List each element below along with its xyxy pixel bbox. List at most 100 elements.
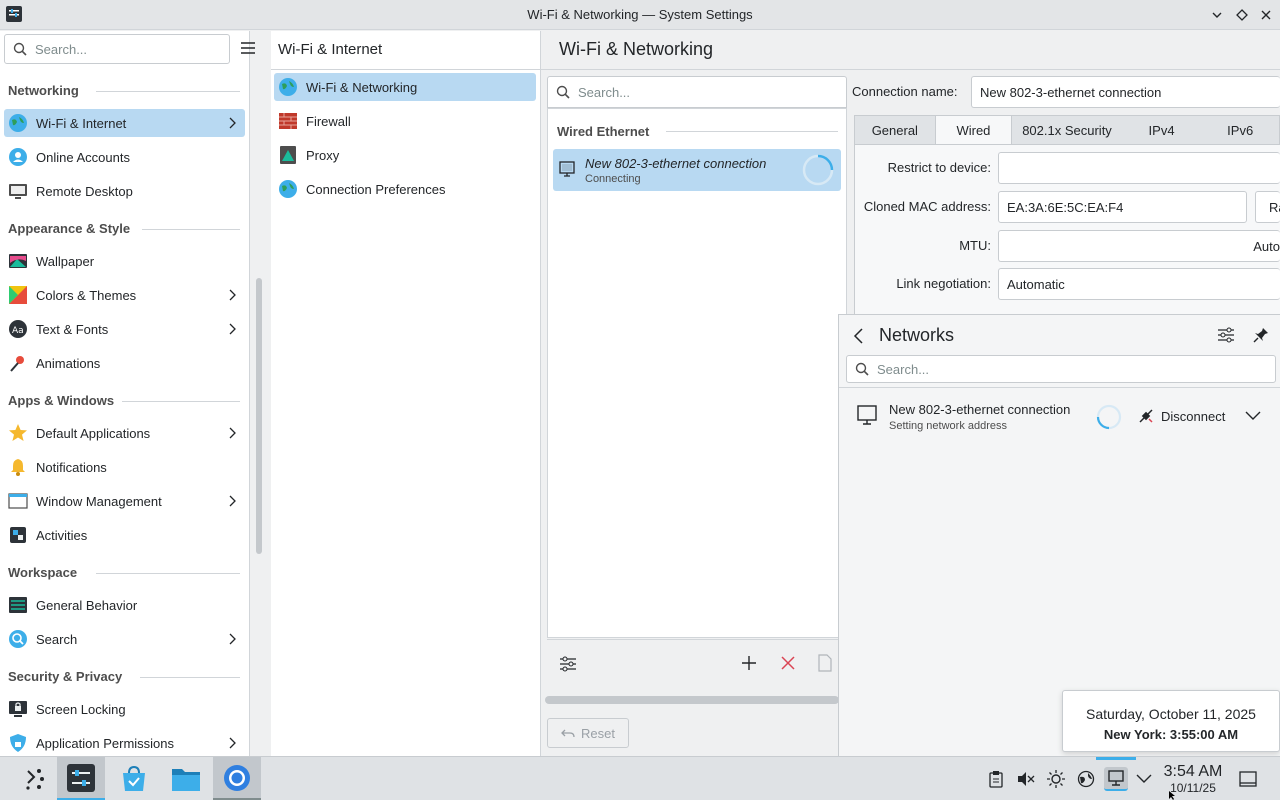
- chevron-right-icon: [229, 633, 236, 645]
- sidebar-item-general-behavior[interactable]: General Behavior: [4, 591, 245, 619]
- cloned-mac-label: Cloned MAC address:: [863, 199, 991, 214]
- section-header-security-privacy: Security & Privacy: [8, 669, 240, 684]
- close-icon[interactable]: [1257, 6, 1275, 24]
- general-behavior-icon: [8, 595, 28, 615]
- export-icon[interactable]: [818, 654, 832, 672]
- sidebar-item-window-management[interactable]: Window Management: [4, 487, 245, 515]
- clock-timezone-row: New York: 3:55:00 AM: [1063, 727, 1279, 742]
- clock-tooltip: Saturday, October 11, 2025 New York: 3:5…: [1062, 690, 1280, 752]
- hamburger-menu-icon[interactable]: [240, 40, 256, 56]
- fonts-icon: Aa: [8, 319, 28, 339]
- chevron-down-icon[interactable]: [1245, 411, 1261, 421]
- sidebar-item-animations[interactable]: Animations: [4, 349, 245, 377]
- window-icon: [8, 491, 28, 511]
- tab-general[interactable]: General: [855, 116, 935, 144]
- sidebar-item-wallpaper[interactable]: Wallpaper: [4, 247, 245, 275]
- connection-name: New 802-3-ethernet connection: [585, 156, 767, 171]
- connection-item[interactable]: New 802-3-ethernet connection Connecting: [553, 149, 841, 191]
- subcategory-item-firewall[interactable]: Firewall: [274, 107, 536, 135]
- back-arrow-icon[interactable]: [853, 328, 865, 344]
- sidebar-item-colors-themes[interactable]: Colors & Themes: [4, 281, 245, 309]
- clock-city-time: 3:55:00 AM: [1169, 727, 1239, 742]
- mtu-spinbox[interactable]: Auto: [998, 230, 1280, 262]
- random-mac-button[interactable]: Ra: [1255, 191, 1280, 223]
- sidebar-scrollbar[interactable]: [256, 278, 262, 554]
- remove-icon[interactable]: [780, 655, 796, 671]
- chevron-right-icon: [229, 427, 236, 439]
- network-wired-tray-icon[interactable]: [1104, 767, 1128, 791]
- reset-button[interactable]: Reset: [547, 718, 629, 748]
- network-connection-row[interactable]: New 802-3-ethernet connection Setting ne…: [845, 395, 1275, 437]
- taskbar-browser[interactable]: [213, 757, 261, 800]
- link-negotiation-select[interactable]: Automatic: [998, 268, 1280, 300]
- subcategory-item-proxy[interactable]: Proxy: [274, 141, 536, 169]
- tray-expand-chevron-icon[interactable]: [1134, 769, 1154, 789]
- star-icon: [8, 423, 28, 443]
- globe-icon: [278, 77, 298, 97]
- undo-icon: [561, 729, 575, 738]
- online-accounts-icon: [8, 147, 28, 167]
- networks-title: Networks: [879, 325, 955, 345]
- restrict-device-label: Restrict to device:: [887, 160, 991, 175]
- sidebar-item-screen-locking[interactable]: Screen Locking: [4, 695, 245, 723]
- link-negotiation-label: Link negotiation:: [896, 276, 991, 291]
- minimize-chevron-icon[interactable]: [1208, 6, 1226, 24]
- section-header-networking: Networking: [8, 83, 240, 98]
- subcategory-item-wifi-networking[interactable]: Wi-Fi & Networking: [274, 73, 536, 101]
- discover-store-icon: [123, 765, 145, 791]
- configure-icon[interactable]: [1217, 327, 1235, 343]
- colors-icon: [8, 285, 28, 305]
- taskbar-discover[interactable]: [110, 757, 158, 800]
- taskbar-file-manager[interactable]: [162, 757, 210, 800]
- brightness-icon[interactable]: [1046, 769, 1066, 789]
- sidebar-item-application-permissions[interactable]: Application Permissions: [4, 729, 245, 757]
- tab-wired[interactable]: Wired: [934, 116, 1013, 144]
- launcher-icon: [26, 769, 44, 790]
- maximize-diamond-icon[interactable]: [1233, 6, 1251, 24]
- tab-8021x-security[interactable]: 802.1x Security: [1012, 116, 1121, 144]
- clipboard-icon[interactable]: [986, 769, 1006, 789]
- settings-tabs: General Wired 802.1x Security IPv4 IPv6: [854, 115, 1280, 145]
- sidebar-item-text-fonts[interactable]: Aa Text & Fonts: [4, 315, 245, 343]
- connection-status: Connecting: [585, 173, 641, 185]
- search-icon: [556, 85, 570, 99]
- sidebar-item-default-applications[interactable]: Default Applications: [4, 419, 245, 447]
- configure-icon[interactable]: [559, 656, 577, 672]
- sidebar-item-remote-desktop[interactable]: Remote Desktop: [4, 177, 245, 205]
- network-globe-icon[interactable]: [1076, 769, 1096, 789]
- clock-time: 3:54 AM: [1163, 763, 1223, 780]
- tab-ipv4[interactable]: IPv4: [1122, 116, 1202, 144]
- chevron-right-icon: [229, 289, 236, 301]
- active-indicator: [1096, 757, 1136, 760]
- connection-search-input[interactable]: Search...: [547, 76, 847, 108]
- restrict-device-field[interactable]: [998, 152, 1280, 184]
- page-title: Wi-Fi & Networking: [559, 39, 714, 59]
- add-icon[interactable]: [741, 655, 757, 671]
- section-header-appearance: Appearance & Style: [8, 221, 240, 236]
- sidebar-item-online-accounts[interactable]: Online Accounts: [4, 143, 245, 171]
- volume-muted-icon[interactable]: [1016, 769, 1036, 789]
- disconnect-button[interactable]: Disconnect: [1137, 407, 1225, 425]
- networks-search-input[interactable]: Search...: [846, 355, 1276, 383]
- shield-icon: [8, 733, 28, 753]
- sidebar-item-wifi-internet[interactable]: Wi-Fi & Internet: [4, 109, 245, 137]
- sidebar-item-search[interactable]: Search: [4, 625, 245, 653]
- pin-icon[interactable]: [1253, 327, 1269, 343]
- search-icon: [855, 362, 869, 376]
- network-connection-status: Setting network address: [889, 420, 1008, 432]
- show-desktop-icon[interactable]: [1238, 769, 1258, 789]
- sidebar-item-activities[interactable]: Activities: [4, 521, 245, 549]
- horizontal-scrollbar[interactable]: [545, 696, 839, 704]
- application-launcher-button[interactable]: [10, 757, 58, 800]
- connection-name-field[interactable]: New 802-3-ethernet connection: [971, 76, 1280, 108]
- connection-list: Wired Ethernet New 802-3-ethernet connec…: [547, 108, 847, 638]
- firewall-icon: [278, 111, 298, 131]
- tab-ipv6[interactable]: IPv6: [1201, 116, 1279, 144]
- cloned-mac-field[interactable]: EA:3A:6E:5C:EA:F4: [998, 191, 1247, 223]
- sidebar-search-input[interactable]: Search...: [4, 34, 230, 64]
- sidebar-item-notifications[interactable]: Notifications: [4, 453, 245, 481]
- taskbar-system-settings[interactable]: [57, 757, 105, 800]
- window-titlebar: Wi-Fi & Networking — System Settings: [0, 0, 1280, 30]
- taskbar: 3:54 AM 10/11/25: [0, 756, 1280, 800]
- subcategory-item-connection-preferences[interactable]: Connection Preferences: [274, 175, 536, 203]
